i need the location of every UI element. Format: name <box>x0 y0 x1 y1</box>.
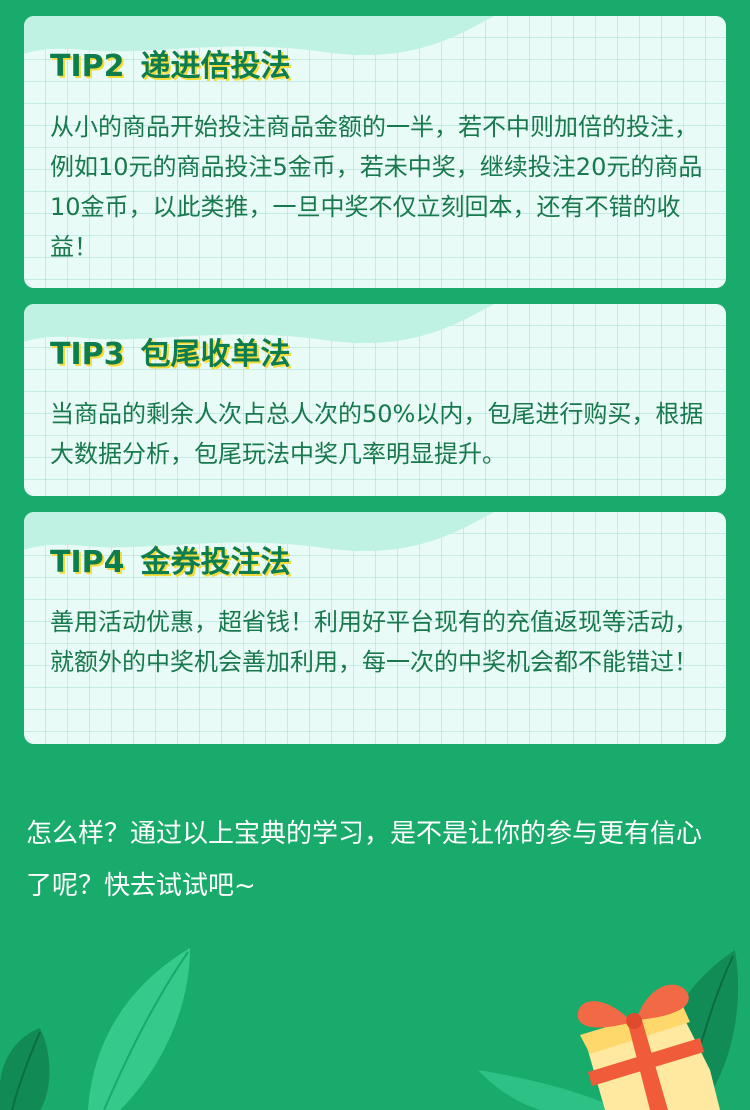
tip-title: 递进倍投法 <box>140 49 291 84</box>
leaf-gift-decoration <box>0 948 739 1110</box>
tip-title: 金券投注法 <box>140 545 291 580</box>
tip-number: TIP2 <box>50 49 125 84</box>
tip-heading: TIP3 包尾收单法 <box>50 338 291 372</box>
tip-number: TIP4 <box>50 545 125 580</box>
tip-card-tip3: TIP3 包尾收单法 当商品的剩余人次占总人次的50%以内，包尾进行购买，根据大数… <box>24 304 726 496</box>
tip-title: 包尾收单法 <box>140 337 291 372</box>
tip-description: 当商品的剩余人次占总人次的50%以内，包尾进行购买，根据大数据分析，包尾玩法中奖… <box>50 400 704 468</box>
tip-description: 善用活动优惠，超省钱！利用好平台现有的充值返现等活动，就额外的中奖机会善加利用，… <box>50 608 698 676</box>
tip-heading: TIP2 递进倍投法 <box>50 50 291 84</box>
closing-message: 怎么样？通过以上宝典的学习，是不是让你的参与更有信心了呢？快去试试吧~ <box>26 819 703 901</box>
leaf-left-icon <box>0 1028 50 1110</box>
tip-card-tip4: TIP4 金券投注法 善用活动优惠，超省钱！利用好平台现有的充值返现等活动，就额外… <box>24 512 726 744</box>
tip-heading: TIP4 金券投注法 <box>50 546 291 580</box>
tip-number: TIP3 <box>50 337 125 372</box>
tip-description: 从小的商品开始投注商品金额的一半，若不中则加倍的投注，例如10元的商品投注5金币… <box>50 113 703 261</box>
tip-card-tip2: TIP2 递进倍投法 从小的商品开始投注商品金额的一半，若不中则加倍的投注，例如1… <box>24 16 726 288</box>
leaf-tall-icon <box>88 948 190 1110</box>
